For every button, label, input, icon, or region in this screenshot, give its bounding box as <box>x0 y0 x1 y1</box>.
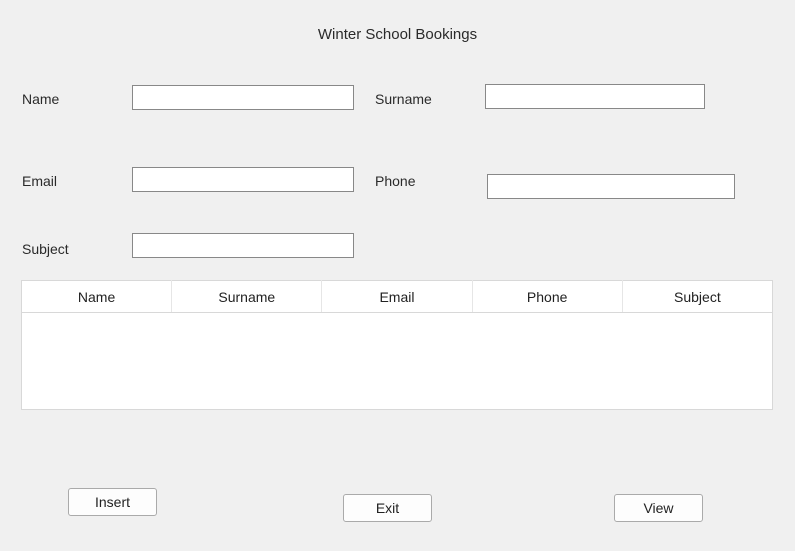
subject-input[interactable] <box>132 233 354 258</box>
surname-input[interactable] <box>485 84 705 109</box>
insert-button[interactable]: Insert <box>68 488 157 516</box>
email-input[interactable] <box>132 167 354 192</box>
surname-label: Surname <box>375 91 432 107</box>
column-header-email[interactable]: Email <box>322 281 472 313</box>
exit-button[interactable]: Exit <box>343 494 432 522</box>
view-button[interactable]: View <box>614 494 703 522</box>
column-header-surname[interactable]: Surname <box>172 281 322 313</box>
name-input[interactable] <box>132 85 354 110</box>
column-header-name[interactable]: Name <box>22 281 172 313</box>
subject-label: Subject <box>22 241 69 257</box>
table-header-row: Name Surname Email Phone Subject <box>22 281 773 313</box>
column-header-phone[interactable]: Phone <box>472 281 622 313</box>
phone-input[interactable] <box>487 174 735 199</box>
email-label: Email <box>22 173 57 189</box>
phone-label: Phone <box>375 173 415 189</box>
page-title: Winter School Bookings <box>0 26 795 43</box>
table-body-empty <box>22 313 773 410</box>
column-header-subject[interactable]: Subject <box>622 281 772 313</box>
name-label: Name <box>22 91 59 107</box>
bookings-table: Name Surname Email Phone Subject <box>21 280 773 410</box>
